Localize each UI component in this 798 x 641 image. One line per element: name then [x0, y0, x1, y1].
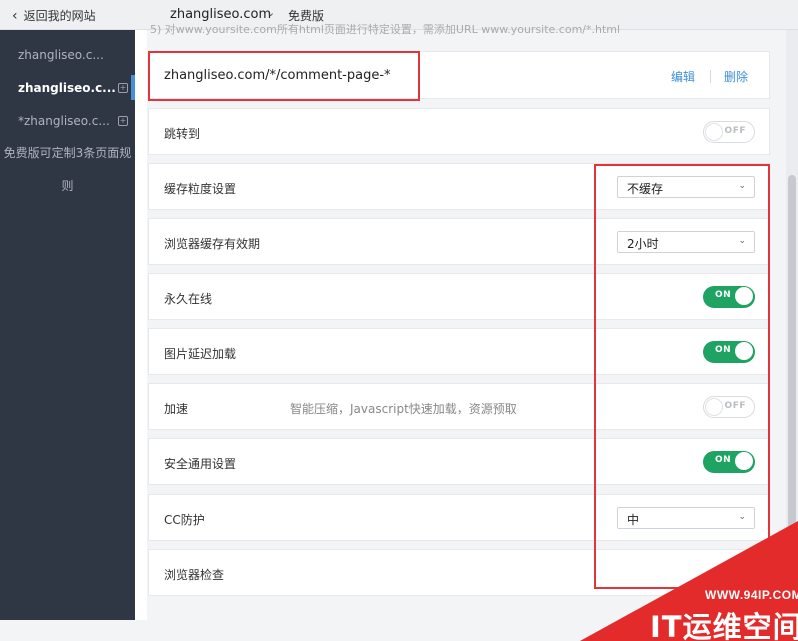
- back-to-my-sites-link[interactable]: ‹ 返回我的网站: [12, 7, 96, 24]
- sidebar-item-label: zhangliseo.c...: [18, 80, 116, 95]
- back-label: 返回我的网站: [23, 9, 96, 23]
- toggle-state: OFF: [724, 126, 746, 136]
- toggle-knob: [705, 123, 723, 141]
- setting-label: 图片延迟加载: [164, 347, 237, 361]
- toggle-state: ON: [715, 290, 732, 300]
- toggle-knob: [735, 452, 753, 470]
- chevron-down-icon[interactable]: ⌄: [266, 6, 275, 19]
- site-selector[interactable]: zhangliseo.com: [170, 7, 271, 22]
- setting-description: 智能压缩，Javascript快速加载，资源预取: [290, 402, 517, 416]
- setting-row-security: 安全通用设置 ON: [148, 438, 770, 485]
- chevron-down-icon: ⌄: [738, 181, 746, 191]
- setting-label: 跳转到: [164, 127, 201, 141]
- copy-icon[interactable]: +: [118, 82, 128, 93]
- link-separator: [710, 70, 711, 83]
- toggle-state: OFF: [724, 401, 746, 411]
- security-toggle[interactable]: ON: [703, 451, 755, 473]
- copy-icon[interactable]: +: [118, 115, 128, 126]
- sidebar-item-label: zhangliseo.c...: [18, 47, 104, 62]
- sidebar: zhangliseo.c... zhangliseo.c... + *zhang…: [0, 30, 135, 620]
- rule-help-text: 5) 对www.yoursite.com所有html页面进行特定设置，需添加UR…: [150, 23, 621, 35]
- setting-label: 加速: [164, 402, 189, 416]
- sidebar-note-line-2: 则: [61, 179, 74, 193]
- watermark-text: IT运维空间: [650, 610, 798, 641]
- setting-label: 永久在线: [164, 292, 213, 306]
- watermark-url: WWW.94IP.COM: [705, 588, 798, 602]
- rule-url: zhangliseo.com/*/comment-page-*: [164, 68, 391, 83]
- setting-row-redirect: 跳转到 OFF: [148, 108, 770, 155]
- cache-granularity-select[interactable]: 不缓存 ⌄: [617, 176, 755, 198]
- setting-label: 浏览器缓存有效期: [164, 237, 261, 251]
- setting-label: CC防护: [164, 513, 205, 527]
- select-value: 不缓存: [627, 182, 664, 196]
- lazy-load-toggle[interactable]: ON: [703, 341, 755, 363]
- sidebar-item-label: *zhangliseo.c...: [18, 113, 110, 128]
- toggle-knob: [705, 398, 723, 416]
- sidebar-item-rule-3[interactable]: *zhangliseo.c... +: [0, 104, 135, 137]
- edit-rule-link[interactable]: 编辑: [671, 68, 695, 85]
- setting-row-lazy-load: 图片延迟加载 ON: [148, 328, 770, 375]
- sidebar-item-rule-2[interactable]: zhangliseo.c... +: [0, 71, 135, 104]
- toggle-state: ON: [715, 455, 732, 465]
- chevron-left-icon: ‹: [12, 7, 18, 24]
- select-value: 2小时: [627, 237, 659, 251]
- sidebar-item-rule-1[interactable]: zhangliseo.c...: [0, 38, 135, 71]
- content-gutter: [135, 30, 147, 620]
- setting-row-always-online: 永久在线 ON: [148, 273, 770, 320]
- acceleration-toggle[interactable]: OFF: [703, 396, 755, 418]
- redirect-toggle[interactable]: OFF: [703, 121, 755, 143]
- always-online-toggle[interactable]: ON: [703, 286, 755, 308]
- browser-cache-ttl-select[interactable]: 2小时 ⌄: [617, 231, 755, 253]
- delete-rule-link[interactable]: 删除: [724, 68, 748, 85]
- chevron-down-icon: ⌄: [738, 236, 746, 246]
- setting-row-cache-granularity: 缓存粒度设置 不缓存 ⌄: [148, 163, 770, 210]
- toggle-knob: [735, 342, 753, 360]
- toggle-knob: [735, 287, 753, 305]
- setting-row-browser-cache-ttl: 浏览器缓存有效期 2小时 ⌄: [148, 218, 770, 265]
- setting-label: 安全通用设置: [164, 457, 237, 471]
- rule-url-row: zhangliseo.com/*/comment-page-* 编辑 删除: [148, 51, 770, 99]
- toggle-state: ON: [715, 345, 732, 355]
- setting-label: 浏览器检查: [164, 568, 225, 582]
- sidebar-note-line-1: 免费版可定制3条页面规: [3, 146, 132, 160]
- setting-row-acceleration: 加速 智能压缩，Javascript快速加载，资源预取 OFF: [148, 383, 770, 430]
- setting-label: 缓存粒度设置: [164, 182, 237, 196]
